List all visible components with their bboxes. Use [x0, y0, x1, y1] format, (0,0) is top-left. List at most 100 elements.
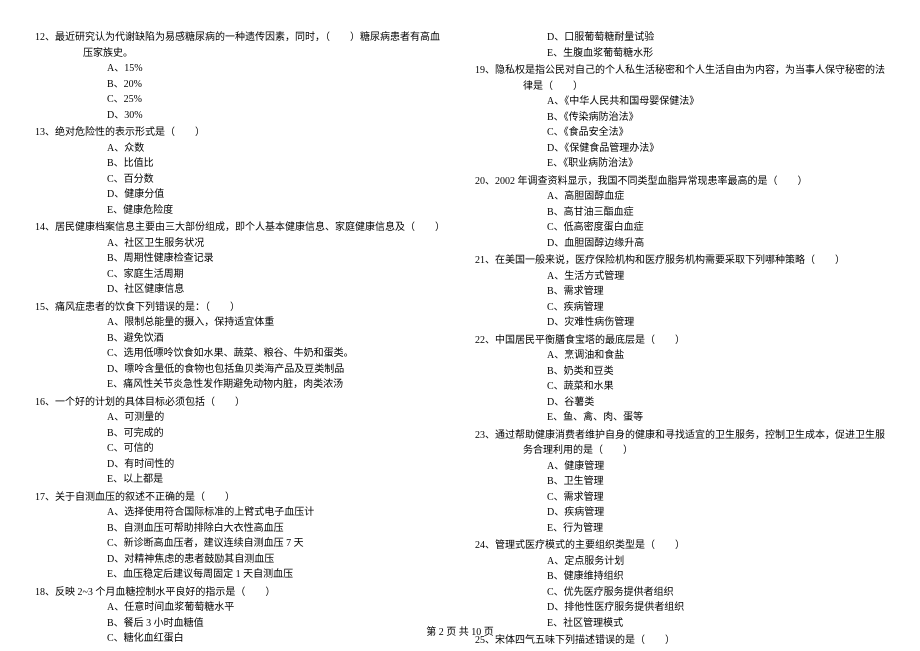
question-text: 16、一个好的计划的具体目标必须包括（ ）: [35, 395, 445, 411]
option-e: E、血压稳定后建议每周固定 1 天自测血压: [107, 567, 445, 583]
option-b: B、高甘油三酯血症: [547, 205, 885, 221]
question-19: 19、隐私权是指公民对自己的个人私生活秘密和个人生活自由为内容，为当事人保守秘密…: [475, 63, 885, 172]
question-18-cont: D、口服葡萄糖耐量试验 E、生腹血浆葡萄糖水形: [475, 30, 885, 61]
option-a: A、健康管理: [547, 459, 885, 475]
option-c: C、蔬菜和水果: [547, 379, 885, 395]
question-text: 21、在美国一般来说，医疗保险机构和医疗服务机构需要采取下列哪种策略（ ）: [475, 253, 885, 269]
option-a: A、限制总能量的摄入，保持适宜体重: [107, 315, 445, 331]
option-d: D、有时间性的: [107, 457, 445, 473]
options: A、健康管理 B、卫生管理 C、需求管理 D、疾病管理 E、行为管理: [475, 459, 885, 537]
options: A、《中华人民共和国母婴保健法》 B、《传染病防治法》 C、《食品安全法》 D、…: [475, 94, 885, 172]
options: A、可测量的 B、可完成的 C、可信的 D、有时间性的 E、以上都是: [35, 410, 445, 488]
question-text-cont: 务合理利用的是（ ）: [475, 443, 885, 459]
option-d: D、疾病管理: [547, 505, 885, 521]
option-b: B、奶类和豆类: [547, 364, 885, 380]
option-b: B、《传染病防治法》: [547, 110, 885, 126]
option-b: B、避免饮酒: [107, 331, 445, 347]
question-20: 20、2002 年调查资料显示，我国不同类型血脂异常现患率最高的是（ ） A、高…: [475, 174, 885, 252]
option-a: A、选择使用符合国际标准的上臂式电子血压计: [107, 505, 445, 521]
option-d: D、30%: [107, 108, 445, 124]
question-12: 12、最近研究认为代谢缺陷为易感糖尿病的一种遗传因素，同时，（ ）糖尿病患者有高…: [35, 30, 445, 123]
question-text: 17、关于自测血压的叙述不正确的是（ ）: [35, 490, 445, 506]
question-24: 24、管理式医疗模式的主要组织类型是（ ） A、定点服务计划 B、健康维持组织 …: [475, 538, 885, 631]
option-b: B、自测血压可帮助排除白大衣性高血压: [107, 521, 445, 537]
question-text-cont: 压家族史。: [35, 46, 445, 62]
option-e: E、以上都是: [107, 472, 445, 488]
option-b: B、健康维持组织: [547, 569, 885, 585]
option-c: C、疾病管理: [547, 300, 885, 316]
option-d: D、口服葡萄糖耐量试验: [547, 30, 885, 46]
option-c: C、新诊断高血压者，建议连续自测血压 7 天: [107, 536, 445, 552]
option-d: D、对精神焦虑的患者鼓励其自测血压: [107, 552, 445, 568]
question-text: 19、隐私权是指公民对自己的个人私生活秘密和个人生活自由为内容，为当事人保守秘密…: [475, 63, 885, 79]
question-text: 18、反映 2~3 个月血糖控制水平良好的指示是（ ）: [35, 585, 445, 601]
options: A、限制总能量的摄入，保持适宜体重 B、避免饮酒 C、选用低嘌呤饮食如水果、蔬菜…: [35, 315, 445, 393]
question-23: 23、通过帮助健康消费者维护自身的健康和寻找适宜的卫生服务，控制卫生成本，促进卫…: [475, 428, 885, 537]
page-content: 12、最近研究认为代谢缺陷为易感糖尿病的一种遗传因素，同时，（ ）糖尿病患者有高…: [0, 0, 920, 651]
options: A、选择使用符合国际标准的上臂式电子血压计 B、自测血压可帮助排除白大衣性高血压…: [35, 505, 445, 583]
question-text: 12、最近研究认为代谢缺陷为易感糖尿病的一种遗传因素，同时，（ ）糖尿病患者有高…: [35, 30, 445, 46]
options: D、口服葡萄糖耐量试验 E、生腹血浆葡萄糖水形: [475, 30, 885, 61]
question-13: 13、绝对危险性的表示形式是（ ） A、众数 B、比值比 C、百分数 D、健康分…: [35, 125, 445, 218]
option-c: C、选用低嘌呤饮食如水果、蔬菜、粮谷、牛奶和蛋类。: [107, 346, 445, 362]
option-e: E、痛风性关节炎急性发作期避免动物内脏，肉类浓汤: [107, 377, 445, 393]
option-a: A、15%: [107, 61, 445, 77]
question-14: 14、居民健康档案信息主要由三大部份组成，即个人基本健康信息、家庭健康信息及（ …: [35, 220, 445, 298]
option-a: A、高胆固醇血症: [547, 189, 885, 205]
option-d: D、健康分值: [107, 187, 445, 203]
options: A、15% B、20% C、25% D、30%: [35, 61, 445, 123]
question-text: 23、通过帮助健康消费者维护自身的健康和寻找适宜的卫生服务，控制卫生成本，促进卫…: [475, 428, 885, 444]
option-e: E、行为管理: [547, 521, 885, 537]
option-c: C、百分数: [107, 172, 445, 188]
question-text: 14、居民健康档案信息主要由三大部份组成，即个人基本健康信息、家庭健康信息及（ …: [35, 220, 445, 236]
option-a: A、烹调油和食盐: [547, 348, 885, 364]
question-text: 13、绝对危险性的表示形式是（ ）: [35, 125, 445, 141]
options: A、高胆固醇血症 B、高甘油三酯血症 C、低高密度蛋白血症 D、血胆固醇边缘升高: [475, 189, 885, 251]
option-d: D、《保健食品管理办法》: [547, 141, 885, 157]
option-c: C、家庭生活周期: [107, 267, 445, 283]
question-21: 21、在美国一般来说，医疗保险机构和医疗服务机构需要采取下列哪种策略（ ） A、…: [475, 253, 885, 331]
option-d: D、嘌呤含量低的食物也包括鱼贝类海产品及豆类制品: [107, 362, 445, 378]
option-a: A、社区卫生服务状况: [107, 236, 445, 252]
left-column: 12、最近研究认为代谢缺陷为易感糖尿病的一种遗传因素，同时，（ ）糖尿病患者有高…: [35, 30, 445, 651]
option-a: A、可测量的: [107, 410, 445, 426]
option-a: A、定点服务计划: [547, 554, 885, 570]
question-text: 22、中国居民平衡膳食宝塔的最底层是（ ）: [475, 333, 885, 349]
option-a: A、众数: [107, 141, 445, 157]
option-d: D、社区健康信息: [107, 282, 445, 298]
option-d: D、排他性医疗服务提供者组织: [547, 600, 885, 616]
option-e: E、鱼、禽、肉、蛋等: [547, 410, 885, 426]
option-e: E、《职业病防治法》: [547, 156, 885, 172]
option-c: C、低高密度蛋白血症: [547, 220, 885, 236]
page-footer: 第 2 页 共 10 页: [0, 623, 920, 638]
option-b: B、需求管理: [547, 284, 885, 300]
question-15: 15、痛风症患者的饮食下列错误的是：（ ） A、限制总能量的摄入，保持适宜体重 …: [35, 300, 445, 393]
option-c: C、《食品安全法》: [547, 125, 885, 141]
option-b: B、20%: [107, 77, 445, 93]
option-e: E、健康危险度: [107, 203, 445, 219]
options: A、生活方式管理 B、需求管理 C、疾病管理 D、灾难性病伤管理: [475, 269, 885, 331]
options: A、众数 B、比值比 C、百分数 D、健康分值 E、健康危险度: [35, 141, 445, 219]
option-d: D、血胆固醇边缘升高: [547, 236, 885, 252]
question-22: 22、中国居民平衡膳食宝塔的最底层是（ ） A、烹调油和食盐 B、奶类和豆类 C…: [475, 333, 885, 426]
option-b: B、比值比: [107, 156, 445, 172]
question-text: 20、2002 年调查资料显示，我国不同类型血脂异常现患率最高的是（ ）: [475, 174, 885, 190]
question-text-cont: 律是（ ）: [475, 79, 885, 95]
option-b: B、卫生管理: [547, 474, 885, 490]
question-17: 17、关于自测血压的叙述不正确的是（ ） A、选择使用符合国际标准的上臂式电子血…: [35, 490, 445, 583]
question-text: 15、痛风症患者的饮食下列错误的是：（ ）: [35, 300, 445, 316]
options: A、烹调油和食盐 B、奶类和豆类 C、蔬菜和水果 D、谷薯类 E、鱼、禽、肉、蛋…: [475, 348, 885, 426]
option-e: E、生腹血浆葡萄糖水形: [547, 46, 885, 62]
option-b: B、可完成的: [107, 426, 445, 442]
option-a: A、《中华人民共和国母婴保健法》: [547, 94, 885, 110]
options: A、定点服务计划 B、健康维持组织 C、优先医疗服务提供者组织 D、排他性医疗服…: [475, 554, 885, 632]
option-c: C、25%: [107, 92, 445, 108]
option-d: D、灾难性病伤管理: [547, 315, 885, 331]
question-text: 24、管理式医疗模式的主要组织类型是（ ）: [475, 538, 885, 554]
option-a: A、任意时间血浆葡萄糖水平: [107, 600, 445, 616]
option-b: B、周期性健康检查记录: [107, 251, 445, 267]
right-column: D、口服葡萄糖耐量试验 E、生腹血浆葡萄糖水形 19、隐私权是指公民对自己的个人…: [475, 30, 885, 651]
option-c: C、优先医疗服务提供者组织: [547, 585, 885, 601]
option-c: C、需求管理: [547, 490, 885, 506]
options: A、社区卫生服务状况 B、周期性健康检查记录 C、家庭生活周期 D、社区健康信息: [35, 236, 445, 298]
